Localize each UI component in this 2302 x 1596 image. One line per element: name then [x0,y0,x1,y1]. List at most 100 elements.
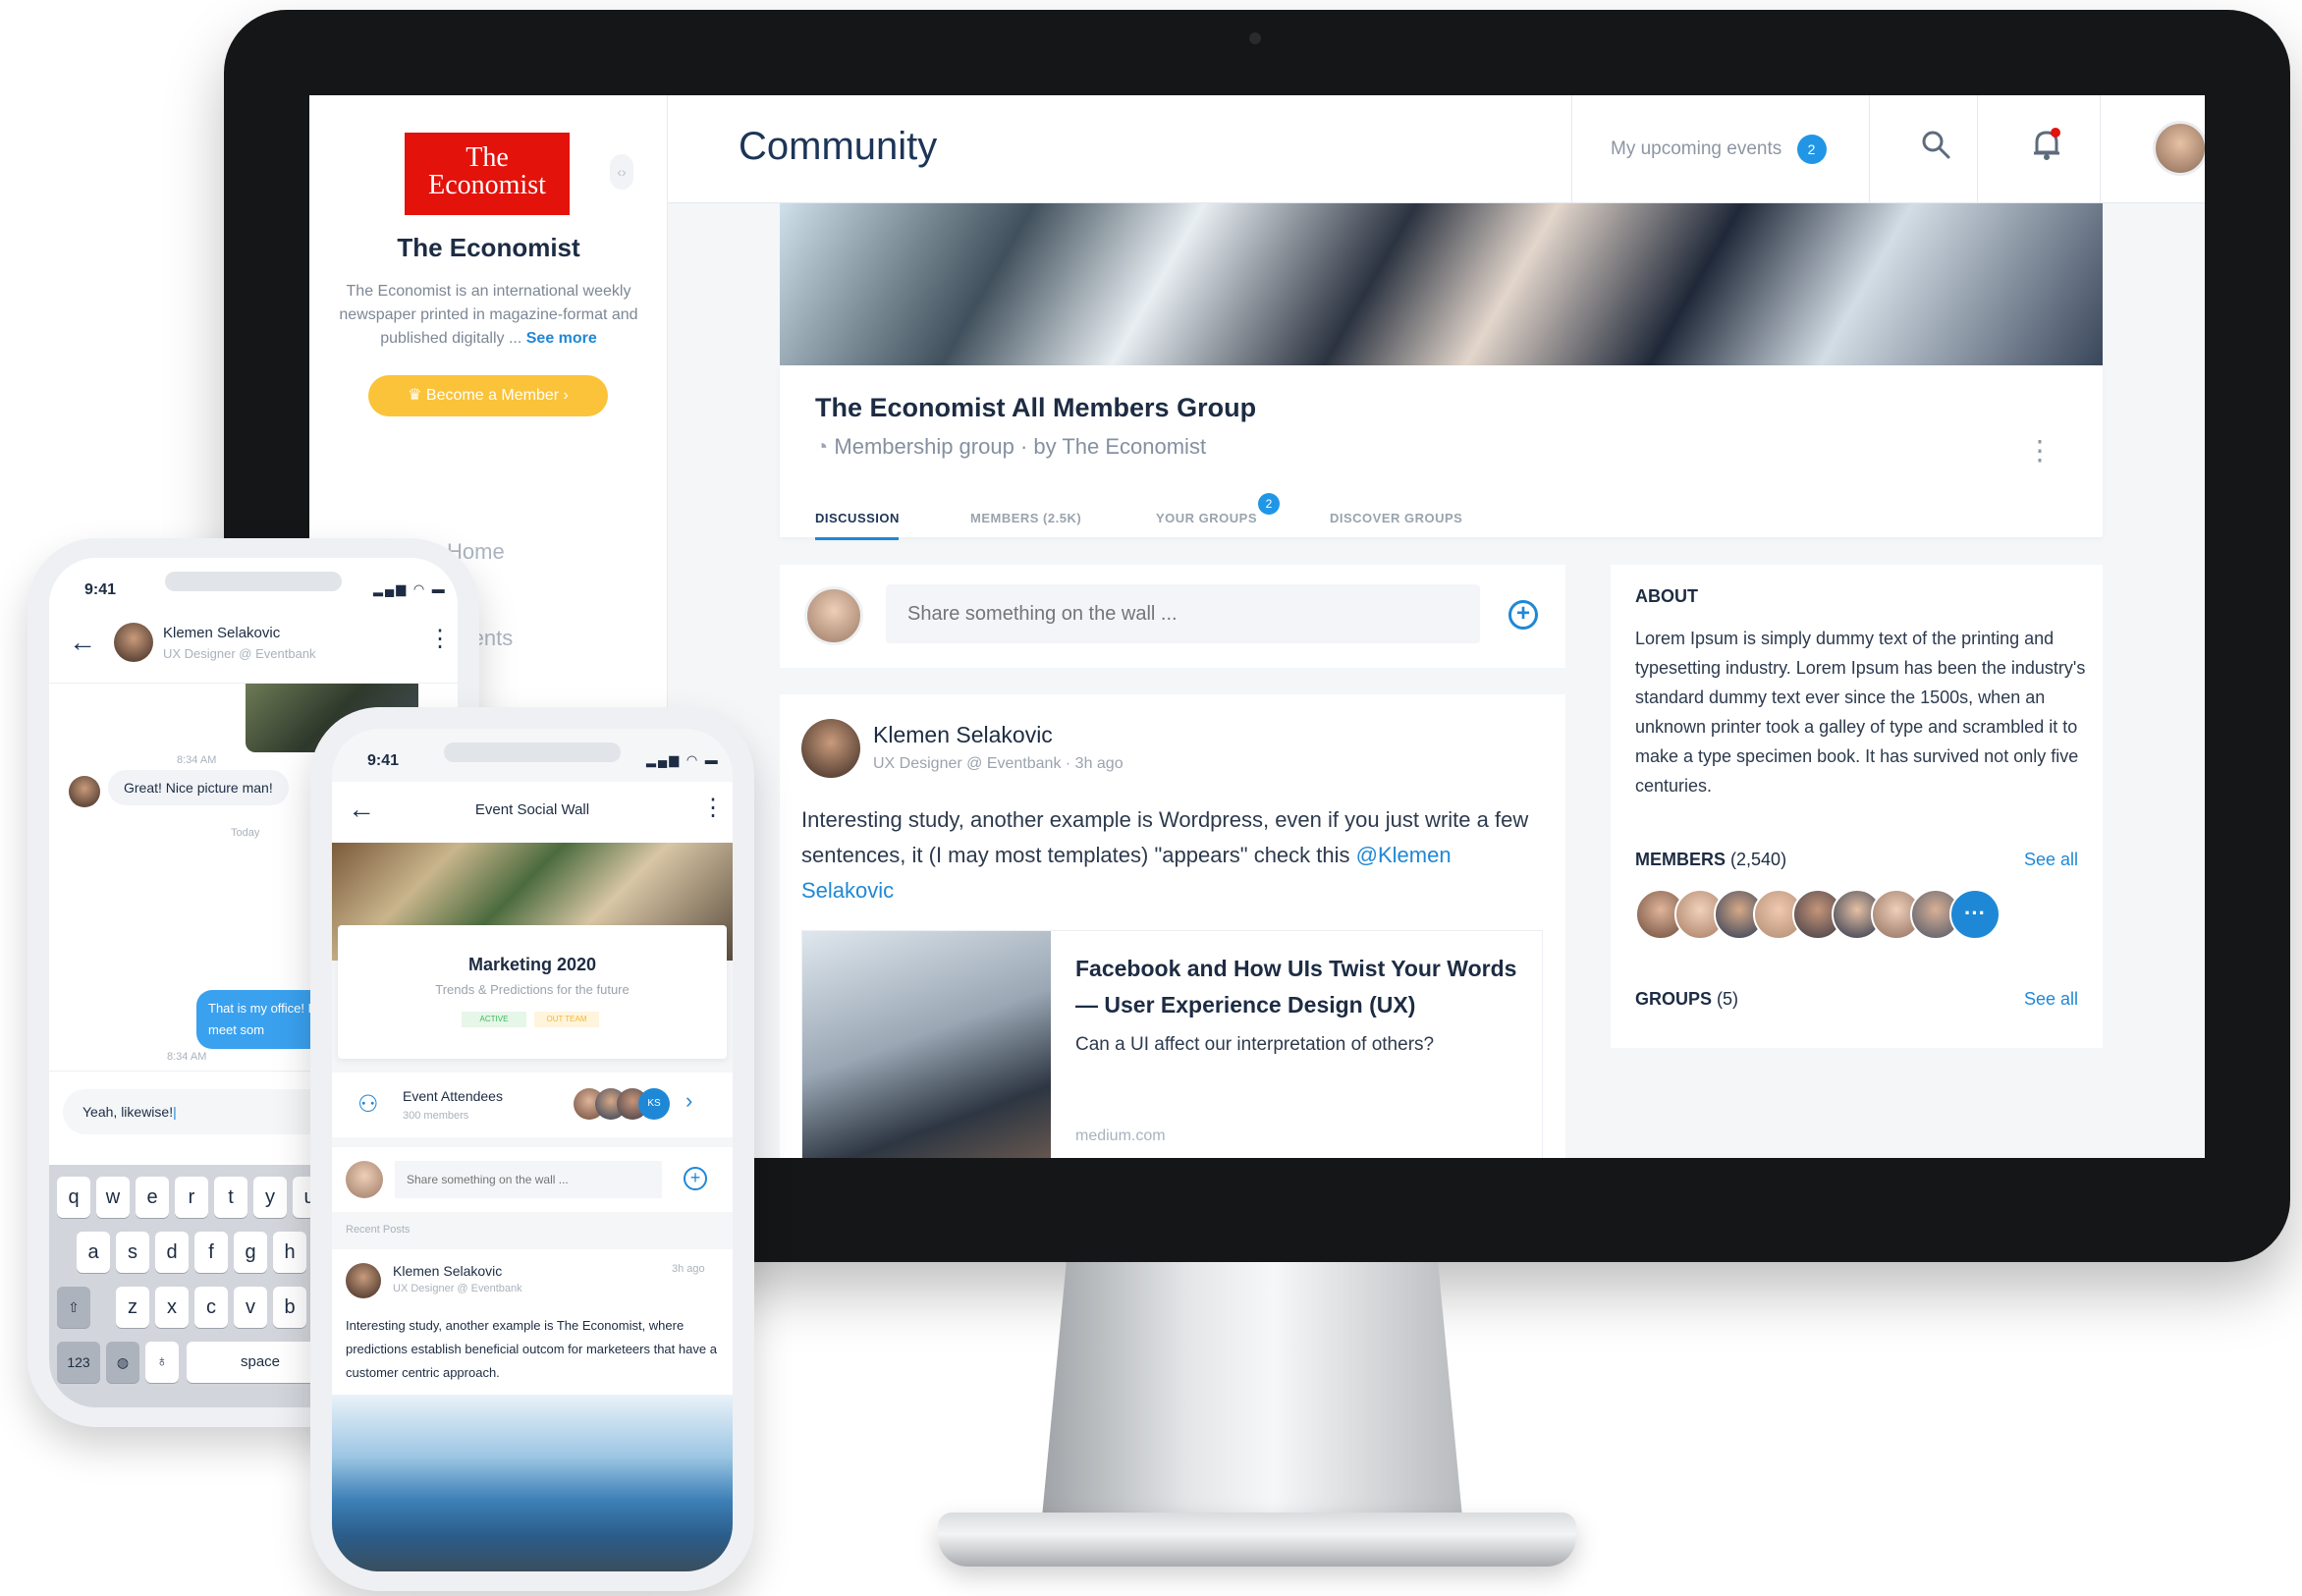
link-preview-card[interactable]: Facebook and How UIs Twist Your Words — … [801,930,1543,1158]
collapse-sidebar-button[interactable]: ‹› [610,154,633,190]
key-r[interactable]: r [175,1177,208,1218]
add-post-icon[interactable]: + [684,1167,707,1190]
key-c[interactable]: c [194,1287,228,1328]
key-s[interactable]: s [116,1232,149,1273]
post-body: Interesting study, another example is Th… [346,1318,717,1380]
more-options-icon[interactable]: ⋮ [2026,434,2054,467]
members-heading: MEMBERS (2,540) [1635,850,1786,870]
microphone-icon[interactable]: ♁ [145,1342,179,1383]
post-meta: UX Designer @ Eventbank · 3h ago [873,755,1124,772]
groups-see-all-link[interactable]: See all [2024,989,2078,1010]
key-b[interactable]: b [273,1287,306,1328]
about-text: Lorem Ipsum is simply dummy text of the … [1635,629,2086,796]
status-time: 9:41 [367,752,400,769]
upcoming-events-button[interactable]: My upcoming events 2 [1611,135,1827,164]
bell-icon[interactable] [2031,127,2062,167]
attendees-label: Event Attendees [403,1088,503,1104]
contact-avatar[interactable] [114,623,153,662]
become-member-label: Become a Member [425,387,560,404]
groups-count: (5) [1717,989,1739,1009]
monitor-base [938,1513,1576,1567]
members-see-all-link[interactable]: See all [2024,850,2078,870]
post-card: Klemen Selakovic UX Designer @ Eventbank… [780,694,1565,1158]
message-input-text: Yeah, likewise! [82,1104,174,1120]
contact-name: Klemen Selakovic [163,625,281,641]
status-icons: ▂▄▆ ◠ ▬ [646,752,720,767]
recent-posts-heading: Recent Posts [346,1224,411,1236]
tab-discussion[interactable]: DISCUSSION [815,511,900,525]
team-badge: OUT TEAM [534,1012,599,1027]
share-card: + [780,565,1565,668]
globe-icon[interactable]: ◍ [106,1342,139,1383]
key-t[interactable]: t [214,1177,247,1218]
key-123[interactable]: 123 [57,1342,100,1383]
key-z[interactable]: z [116,1287,149,1328]
org-description: The Economist is an international weekly… [334,280,643,351]
chevron-right-icon: › [563,387,569,404]
key-y[interactable]: y [253,1177,287,1218]
groups-label: GROUPS [1635,989,1713,1009]
shift-key-icon[interactable]: ⇧ [57,1287,90,1328]
groups-heading: GROUPS (5) [1635,989,1738,1010]
event-subtitle: Trends & Predictions for the future [435,982,630,997]
about-card: ABOUT Lorem Ipsum is simply dummy text o… [1611,565,2103,1048]
event-share-input[interactable] [395,1161,662,1198]
post-author-avatar[interactable] [801,719,860,778]
user-avatar[interactable] [2153,121,2205,176]
more-members-button[interactable]: ··· [1949,889,2001,940]
divider [1869,95,1870,203]
tab-members[interactable]: MEMBERS (2.5K) [970,511,1081,525]
see-more-link[interactable]: See more [526,330,597,347]
post-author-avatar[interactable] [346,1263,381,1298]
contact-role: UX Designer @ Eventbank [163,646,316,661]
key-f[interactable]: f [194,1232,228,1273]
phone-notch [165,572,342,591]
key-w[interactable]: w [96,1177,130,1218]
attendee-initials: KS [638,1088,670,1120]
back-arrow-icon[interactable]: ← [69,627,96,658]
membership-icon: ◔ [815,434,835,459]
event-card[interactable]: Marketing 2020 Trends & Predictions for … [338,925,727,1059]
divider [1977,95,1978,203]
event-wall-title: Event Social Wall [474,801,590,818]
incoming-message: Great! Nice picture man! [108,770,289,805]
page-title: Community [739,125,938,168]
economist-logo[interactable]: The Economist [405,133,570,215]
key-q[interactable]: q [57,1177,90,1218]
group-name: The Economist All Members Group [815,393,1257,422]
link-preview-image [802,931,1051,1158]
key-a[interactable]: a [77,1232,110,1273]
tab-discover-groups[interactable]: DISCOVER GROUPS [1330,511,1462,525]
search-icon[interactable] [1920,129,1951,165]
post-author-name[interactable]: Klemen Selakovic [393,1263,502,1279]
tab-your-groups[interactable]: YOUR GROUPS [1156,511,1257,525]
chevron-right-icon: › [685,1088,693,1113]
event-header: ← Event Social Wall ⋮ [332,782,733,843]
key-d[interactable]: d [155,1232,189,1273]
add-post-icon[interactable]: + [1508,600,1538,630]
key-g[interactable]: g [234,1232,267,1273]
event-share-row: + [332,1147,733,1212]
key-h[interactable]: h [273,1232,306,1273]
upcoming-events-label: My upcoming events [1611,138,1782,160]
post-author-name[interactable]: Klemen Selakovic [873,722,1053,748]
group-subtitle-text: Membership group · by The Economist [834,434,1207,459]
key-e[interactable]: e [136,1177,169,1218]
status-time: 9:41 [84,581,117,598]
top-bar: Community My upcoming events 2 [668,95,2205,203]
share-input[interactable] [886,584,1480,643]
status-badge: ACTIVE [462,1012,526,1027]
more-options-icon[interactable]: ⋮ [701,794,725,822]
phone-event: 9:41 ▂▄▆ ◠ ▬ ← Event Social Wall ⋮ Marke… [310,707,754,1591]
post-time: 3h ago [672,1263,705,1275]
key-x[interactable]: x [155,1287,189,1328]
day-separator: Today [231,827,260,839]
event-attendees-row[interactable]: ⚇ Event Attendees 300 members KS › [332,1073,733,1137]
post-image[interactable] [332,1395,733,1571]
key-v[interactable]: v [234,1287,267,1328]
phone-notch [444,743,621,762]
become-member-button[interactable]: ♛ Become a Member › [368,375,608,416]
upcoming-events-badge: 2 [1796,135,1827,164]
message-timestamp: 8:34 AM [177,754,217,766]
more-options-icon[interactable]: ⋮ [428,625,452,653]
